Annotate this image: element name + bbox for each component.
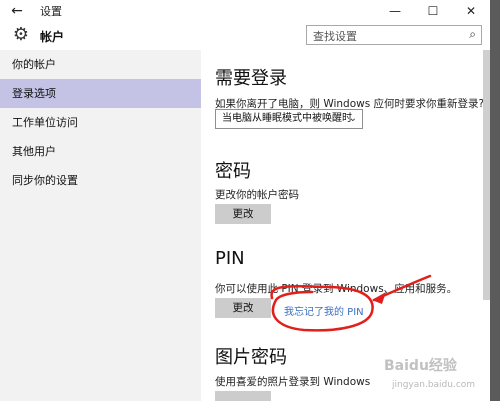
picture-password-heading: 图片密码 (215, 347, 287, 368)
dropdown-value: 当电脑从睡眠模式中被唤醒时 (222, 113, 352, 124)
watermark-url: jingyan.baidu.com (392, 380, 476, 390)
sidebar-item-other-users[interactable]: 其他用户 (0, 137, 201, 166)
require-signin-heading: 需要登录 (215, 68, 287, 89)
pin-heading: PIN (215, 248, 245, 269)
back-arrow-icon[interactable]: ← (8, 2, 26, 20)
screenshot-frame: ← 设置 — ☐ ✕ ⚙ 帐户 查找设置 ⌕ 你的帐户 登录选项 工作单位访问 … (0, 0, 500, 401)
sidebar-item-sync-settings[interactable]: 同步你的设置 (0, 166, 201, 195)
pin-description: 你可以使用此 PIN 登录到 Windows、应用和服务。 (215, 283, 458, 295)
maximize-icon[interactable]: ☐ (414, 0, 452, 22)
scrollbar[interactable] (483, 50, 490, 300)
search-placeholder: 查找设置 (313, 30, 357, 43)
change-pin-button[interactable]: 更改 (215, 298, 271, 318)
password-description: 更改你的帐户密码 (215, 189, 299, 201)
page-header: ⚙ 帐户 查找设置 ⌕ (0, 22, 490, 50)
picture-password-button[interactable] (215, 391, 271, 401)
change-password-button[interactable]: 更改 (215, 204, 271, 224)
watermark-logo: Baidu经验 (384, 358, 457, 374)
title-bar: ← 设置 — ☐ ✕ (0, 0, 490, 22)
password-heading: 密码 (215, 161, 251, 182)
picture-password-description: 使用喜爱的照片登录到 Windows (215, 376, 371, 388)
require-signin-dropdown[interactable]: 当电脑从睡眠模式中被唤醒时 ⌄ (215, 109, 363, 129)
forgot-pin-link[interactable]: 我忘记了我的 PIN (284, 303, 364, 318)
window-title: 设置 (40, 5, 62, 18)
close-icon[interactable]: ✕ (452, 0, 490, 22)
chevron-down-icon: ⌄ (348, 113, 357, 124)
search-input[interactable]: 查找设置 ⌕ (306, 25, 482, 45)
sidebar: 你的帐户 登录选项 工作单位访问 其他用户 同步你的设置 (0, 50, 201, 401)
gear-icon: ⚙ (12, 24, 30, 45)
settings-window: ← 设置 — ☐ ✕ ⚙ 帐户 查找设置 ⌕ 你的帐户 登录选项 工作单位访问 … (0, 0, 490, 401)
page-title: 帐户 (40, 30, 65, 44)
search-icon[interactable]: ⌕ (469, 27, 476, 42)
sidebar-item-work-access[interactable]: 工作单位访问 (0, 108, 201, 137)
sidebar-item-sign-in-options[interactable]: 登录选项 (0, 79, 201, 108)
main-content: 需要登录 如果你离开了电脑，则 Windows 应何时要求你重新登录? 当电脑从… (201, 50, 490, 401)
sidebar-item-your-account[interactable]: 你的帐户 (0, 50, 201, 79)
minimize-icon[interactable]: — (376, 0, 414, 22)
